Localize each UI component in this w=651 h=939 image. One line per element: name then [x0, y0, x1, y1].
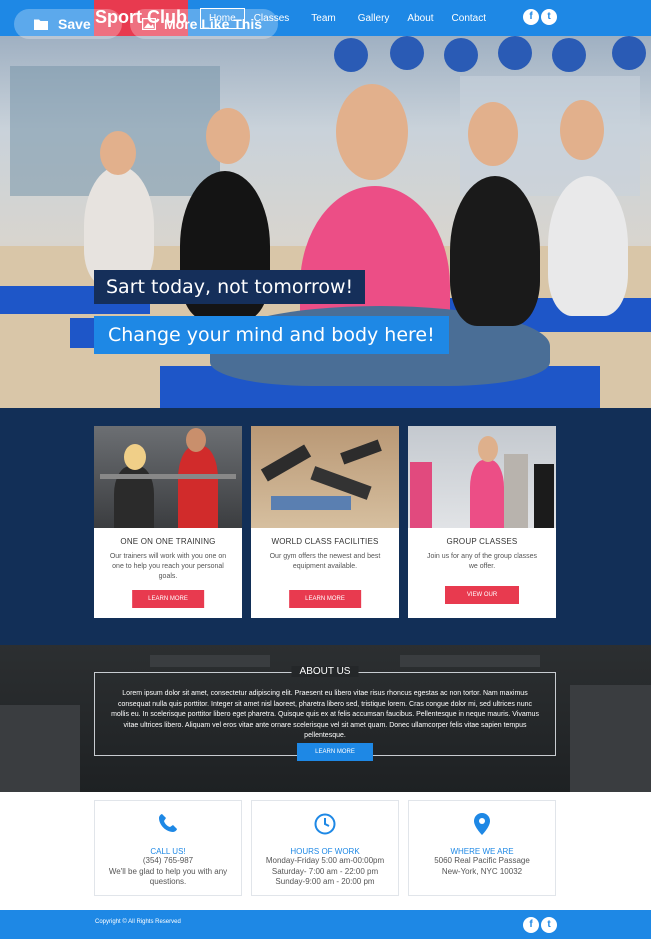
learn-more-button[interactable]: LEARN MORE — [132, 590, 204, 608]
person-head — [206, 108, 250, 164]
service-title: GROUP CLASSES — [446, 537, 518, 546]
gym-equipment — [0, 705, 80, 792]
exercise-ball — [552, 38, 586, 72]
contact-section: CALL US! (354) 765-987 We'll be glad to … — [0, 792, 651, 910]
menu-item-contact[interactable]: Contact — [452, 13, 486, 24]
person-head — [336, 84, 408, 180]
twitter-icon[interactable]: t — [541, 9, 557, 25]
more-like-this-button[interactable]: More Like This — [130, 9, 278, 39]
address-line: New-York, NYC 10032 — [441, 866, 523, 876]
training-photo — [94, 426, 242, 528]
contact-title: WHERE WE ARE — [450, 847, 514, 856]
service-card: ONE ON ONE TRAINING Our trainers will wo… — [94, 426, 242, 618]
service-description: Our gym offers the newest and best equip… — [269, 553, 381, 570]
copyright-text: Copyright © All Rights Reserved — [95, 919, 181, 925]
service-title: WORLD CLASS FACILITIES — [271, 537, 379, 546]
exercise-ball — [390, 36, 424, 70]
gallery-icon — [142, 18, 156, 30]
about-section: ABOUT US Lorem ipsum dolor sit amet, con… — [0, 645, 651, 792]
contact-card-phone: CALL US! (354) 765-987 We'll be glad to … — [94, 800, 242, 896]
view-classes-button[interactable]: VIEW OUR CLASSES — [445, 586, 519, 616]
contact-line: We'll be glad to help you with any — [108, 866, 228, 876]
gym-equipment — [150, 655, 270, 667]
phone-icon — [95, 813, 241, 835]
menu-item-about[interactable]: About — [407, 13, 433, 24]
service-card: WORLD CLASS FACILITIES Our gym offers th… — [251, 426, 399, 618]
hours-line: Saturday- 7:00 am - 22:00 pm — [271, 866, 379, 876]
gym-equipment — [400, 655, 540, 667]
exercise-ball — [612, 36, 646, 70]
service-card: GROUP CLASSES Join us for any of the gro… — [408, 426, 556, 618]
service-title: ONE ON ONE TRAINING — [120, 537, 216, 546]
hero-tagline-primary: Sart today, not tomorrow! — [94, 270, 366, 304]
about-learn-more-button[interactable]: LEARN MORE — [297, 743, 373, 761]
facilities-photo — [251, 426, 399, 528]
person-head — [100, 131, 136, 175]
exercise-ball — [444, 38, 478, 72]
person — [450, 176, 540, 326]
about-title: ABOUT US — [291, 666, 359, 677]
menu-item-gallery[interactable]: Gallery — [358, 13, 390, 24]
more-like-this-label: More Like This — [164, 16, 263, 32]
save-button[interactable]: Save — [14, 9, 122, 39]
save-button-label: Save — [58, 16, 91, 32]
exercise-ball — [334, 38, 368, 72]
person-head — [560, 100, 604, 160]
hours-line: Monday-Friday 5:00 am-00:00pm — [265, 856, 385, 865]
person — [84, 166, 154, 286]
gym-equipment — [570, 685, 651, 792]
contact-card-hours: HOURS OF WORK Monday-Friday 5:00 am-00:0… — [251, 800, 399, 896]
facebook-icon[interactable]: f — [523, 917, 539, 933]
learn-more-button[interactable]: LEARN MORE — [289, 590, 361, 608]
menu-item-team[interactable]: Team — [311, 13, 335, 24]
clock-icon — [252, 813, 398, 835]
services-section: ONE ON ONE TRAINING Our trainers will wo… — [0, 408, 651, 645]
contact-card-location: WHERE WE ARE 5060 Real Pacific Passage N… — [408, 800, 556, 896]
hero-banner: Sart today, not tomorrow! Change your mi… — [0, 36, 651, 408]
contact-line: questions. — [149, 877, 187, 886]
exercise-ball — [498, 36, 532, 70]
person — [548, 176, 628, 316]
service-description: Our trainers will work with you one on o… — [109, 553, 227, 580]
contact-title: CALL US! — [150, 847, 186, 856]
person-head — [468, 102, 518, 166]
hours-line: Sunday-9:00 am - 20:00 pm — [275, 877, 375, 886]
facebook-icon[interactable]: f — [523, 9, 539, 25]
map-pin-icon — [409, 813, 555, 835]
folder-icon — [34, 19, 48, 30]
group-class-photo — [408, 426, 556, 528]
twitter-icon[interactable]: t — [541, 917, 557, 933]
phone-number[interactable]: (354) 765-987 — [95, 856, 241, 867]
service-description: Join us for any of the group classes we … — [426, 553, 538, 570]
contact-title: HOURS OF WORK — [290, 847, 360, 856]
footer: Copyright © All Rights Reserved f t — [0, 910, 651, 939]
hero-tagline-secondary: Change your mind and body here! — [94, 316, 449, 354]
address-line: 5060 Real Pacific Passage — [434, 856, 530, 865]
about-text: Lorem ipsum dolor sit amet, consectetur … — [111, 690, 539, 740]
